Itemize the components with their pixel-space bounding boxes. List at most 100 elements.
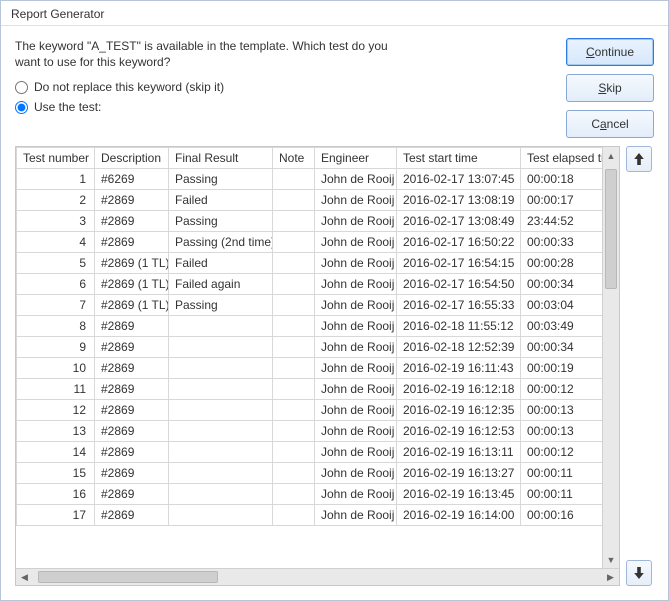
cell-test-number: 10 <box>17 358 95 379</box>
cell-start-time: 2016-02-17 16:54:15 <box>397 253 521 274</box>
table-row[interactable]: 9#2869John de Rooij2016-02-18 12:52:3900… <box>17 337 603 358</box>
move-up-button[interactable] <box>626 146 652 172</box>
scroll-left-arrow-icon[interactable]: ◀ <box>16 569 33 585</box>
cell-final-result: Passing <box>169 169 273 190</box>
cell-start-time: 2016-02-19 16:13:45 <box>397 484 521 505</box>
cell-description: #2869 (1 TL) <box>95 295 169 316</box>
table-row[interactable]: 17#2869John de Rooij2016-02-19 16:14:000… <box>17 505 603 526</box>
cell-engineer: John de Rooij <box>315 211 397 232</box>
cell-test-number: 5 <box>17 253 95 274</box>
cell-elapsed-time: 23:44:52 <box>521 211 603 232</box>
cell-note <box>273 169 315 190</box>
cell-test-number: 4 <box>17 232 95 253</box>
cell-engineer: John de Rooij <box>315 379 397 400</box>
skip-button[interactable]: Skip <box>566 74 654 102</box>
radio-use-label: Use the test: <box>34 100 101 114</box>
table-row[interactable]: 11#2869John de Rooij2016-02-19 16:12:180… <box>17 379 603 400</box>
scroll-down-arrow-icon[interactable]: ▼ <box>603 551 619 568</box>
col-final-result[interactable]: Final Result <box>169 148 273 169</box>
cell-elapsed-time: 00:00:13 <box>521 421 603 442</box>
button-column: Continue Skip Cancel <box>566 38 654 138</box>
cell-elapsed-time: 00:00:11 <box>521 484 603 505</box>
col-elapsed-time[interactable]: Test elapsed time <box>521 148 603 169</box>
cell-start-time: 2016-02-18 11:55:12 <box>397 316 521 337</box>
table-row[interactable]: 3#2869PassingJohn de Rooij2016-02-17 13:… <box>17 211 603 232</box>
table-viewport[interactable]: Test number Description Final Result Not… <box>16 147 602 568</box>
radio-use-input[interactable] <box>15 101 28 114</box>
cell-start-time: 2016-02-17 13:07:45 <box>397 169 521 190</box>
cancel-button[interactable]: Cancel <box>566 110 654 138</box>
cell-final-result <box>169 400 273 421</box>
cell-engineer: John de Rooij <box>315 442 397 463</box>
horizontal-scrollbar[interactable]: ◀ ▶ <box>16 568 619 585</box>
table-row[interactable]: 7#2869 (1 TL)PassingJohn de Rooij2016-02… <box>17 295 603 316</box>
cell-description: #2869 <box>95 379 169 400</box>
cell-start-time: 2016-02-19 16:12:18 <box>397 379 521 400</box>
table-row[interactable]: 16#2869John de Rooij2016-02-19 16:13:450… <box>17 484 603 505</box>
vertical-scrollbar[interactable]: ▲ ▼ <box>602 147 619 568</box>
prompt-text: The keyword "A_TEST" is available in the… <box>15 38 395 70</box>
cell-elapsed-time: 00:00:18 <box>521 169 603 190</box>
col-test-number[interactable]: Test number <box>17 148 95 169</box>
table-row[interactable]: 13#2869John de Rooij2016-02-19 16:12:530… <box>17 421 603 442</box>
skip-label: Skip <box>598 81 621 95</box>
table-wrapper: Test number Description Final Result Not… <box>15 146 620 586</box>
vscroll-thumb[interactable] <box>605 169 617 289</box>
col-start-time[interactable]: Test start time <box>397 148 521 169</box>
table-row[interactable]: 15#2869John de Rooij2016-02-19 16:13:270… <box>17 463 603 484</box>
table-header-row: Test number Description Final Result Not… <box>17 148 603 169</box>
top-row: The keyword "A_TEST" is available in the… <box>15 38 654 138</box>
cell-test-number: 2 <box>17 190 95 211</box>
cell-final-result: Failed <box>169 253 273 274</box>
cell-engineer: John de Rooij <box>315 505 397 526</box>
cell-final-result <box>169 379 273 400</box>
table-area: Test number Description Final Result Not… <box>15 146 654 586</box>
dialog-content: The keyword "A_TEST" is available in the… <box>1 26 668 600</box>
cell-elapsed-time: 00:00:11 <box>521 463 603 484</box>
cell-engineer: John de Rooij <box>315 358 397 379</box>
col-description[interactable]: Description <box>95 148 169 169</box>
table-row[interactable]: 5#2869 (1 TL)FailedJohn de Rooij2016-02-… <box>17 253 603 274</box>
cell-elapsed-time: 00:00:19 <box>521 358 603 379</box>
cell-engineer: John de Rooij <box>315 274 397 295</box>
table-row[interactable]: 2#2869FailedJohn de Rooij2016-02-17 13:0… <box>17 190 603 211</box>
cell-final-result: Passing (2nd time) <box>169 232 273 253</box>
scroll-up-arrow-icon[interactable]: ▲ <box>603 147 619 164</box>
cell-note <box>273 484 315 505</box>
table-row[interactable]: 1#6269PassingJohn de Rooij2016-02-17 13:… <box>17 169 603 190</box>
table-row[interactable]: 8#2869John de Rooij2016-02-18 11:55:1200… <box>17 316 603 337</box>
cell-description: #2869 <box>95 442 169 463</box>
report-generator-dialog: Report Generator The keyword "A_TEST" is… <box>0 0 669 601</box>
cell-elapsed-time: 00:00:34 <box>521 337 603 358</box>
col-note[interactable]: Note <box>273 148 315 169</box>
cell-engineer: John de Rooij <box>315 295 397 316</box>
cell-elapsed-time: 00:03:04 <box>521 295 603 316</box>
move-down-button[interactable] <box>626 560 652 586</box>
cell-engineer: John de Rooij <box>315 316 397 337</box>
cell-engineer: John de Rooij <box>315 484 397 505</box>
radio-use-test[interactable]: Use the test: <box>15 100 556 114</box>
reorder-buttons <box>626 146 654 586</box>
col-engineer[interactable]: Engineer <box>315 148 397 169</box>
table-row[interactable]: 12#2869John de Rooij2016-02-19 16:12:350… <box>17 400 603 421</box>
cell-engineer: John de Rooij <box>315 463 397 484</box>
cell-description: #2869 <box>95 190 169 211</box>
continue-button[interactable]: Continue <box>566 38 654 66</box>
cell-start-time: 2016-02-17 16:50:22 <box>397 232 521 253</box>
cell-note <box>273 190 315 211</box>
table-row[interactable]: 10#2869John de Rooij2016-02-19 16:11:430… <box>17 358 603 379</box>
hscroll-thumb[interactable] <box>38 571 218 583</box>
cell-final-result <box>169 463 273 484</box>
scroll-right-arrow-icon[interactable]: ▶ <box>602 569 619 585</box>
cell-note <box>273 295 315 316</box>
cell-start-time: 2016-02-19 16:14:00 <box>397 505 521 526</box>
table-row[interactable]: 14#2869John de Rooij2016-02-19 16:13:110… <box>17 442 603 463</box>
table-row[interactable]: 6#2869 (1 TL)Failed againJohn de Rooij20… <box>17 274 603 295</box>
cell-elapsed-time: 00:00:16 <box>521 505 603 526</box>
table-row[interactable]: 4#2869Passing (2nd time)John de Rooij201… <box>17 232 603 253</box>
radio-skip-label: Do not replace this keyword (skip it) <box>34 80 224 94</box>
radio-skip-input[interactable] <box>15 81 28 94</box>
radio-skip-keyword[interactable]: Do not replace this keyword (skip it) <box>15 80 556 94</box>
cell-description: #2869 <box>95 211 169 232</box>
cell-elapsed-time: 00:00:12 <box>521 442 603 463</box>
